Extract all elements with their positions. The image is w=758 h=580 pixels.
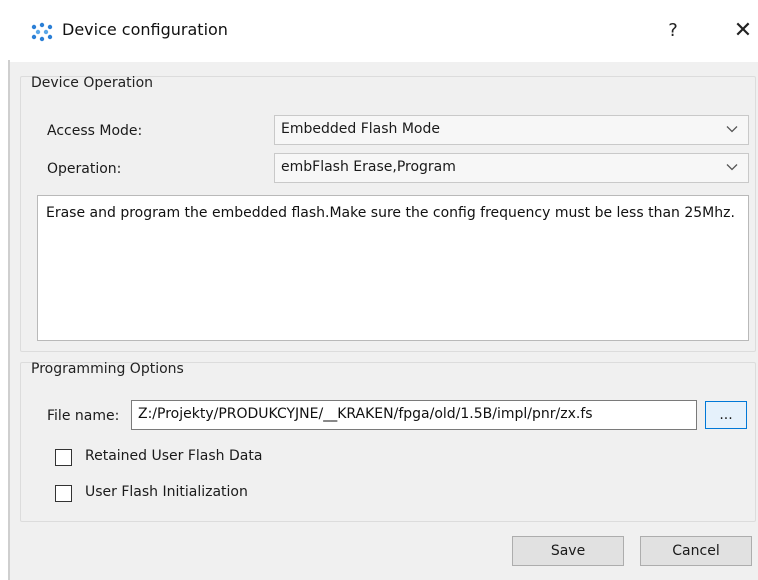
access-mode-value: Embedded Flash Mode — [281, 121, 440, 137]
chevron-down-icon — [726, 164, 738, 171]
operation-value: embFlash Erase,Program — [281, 159, 456, 175]
cancel-button[interactable]: Cancel — [640, 536, 752, 566]
operation-select[interactable]: embFlash Erase,Program — [274, 153, 749, 183]
retained-user-flash-checkbox[interactable] — [55, 449, 72, 466]
user-flash-init-checkbox[interactable] — [55, 485, 72, 502]
save-button-label: Save — [550, 543, 586, 559]
retained-user-flash-label[interactable]: Retained User Flash Data — [85, 448, 262, 464]
file-name-input[interactable]: Z:/Projekty/PRODUKCYJNE/__KRAKEN/fpga/ol… — [131, 400, 697, 430]
save-button[interactable]: Save — [512, 536, 624, 566]
file-name-label: File name: — [47, 408, 120, 424]
chevron-down-icon — [726, 126, 738, 133]
device-operation-title: Device Operation — [31, 75, 154, 91]
dialog-body: Device Operation Access Mode: Embedded F… — [10, 62, 758, 580]
device-operation-group: Device Operation Access Mode: Embedded F… — [20, 75, 756, 352]
window-title: Device configuration — [62, 20, 228, 39]
title-bar: Device configuration ? ✕ — [10, 0, 758, 62]
operation-label: Operation: — [47, 161, 122, 177]
browse-button[interactable]: ... — [705, 401, 747, 429]
user-flash-init-label[interactable]: User Flash Initialization — [85, 484, 248, 500]
access-mode-select[interactable]: Embedded Flash Mode — [274, 115, 749, 145]
help-button[interactable]: ? — [658, 16, 688, 46]
operation-description: Erase and program the embedded flash.Mak… — [37, 195, 749, 341]
programming-options-title: Programming Options — [31, 361, 184, 377]
close-button[interactable]: ✕ — [726, 16, 758, 46]
access-mode-label: Access Mode: — [47, 123, 143, 139]
programming-options-group: Programming Options File name: Z:/Projek… — [20, 361, 756, 522]
cancel-button-label: Cancel — [672, 543, 720, 559]
app-logo-icon — [31, 22, 53, 42]
